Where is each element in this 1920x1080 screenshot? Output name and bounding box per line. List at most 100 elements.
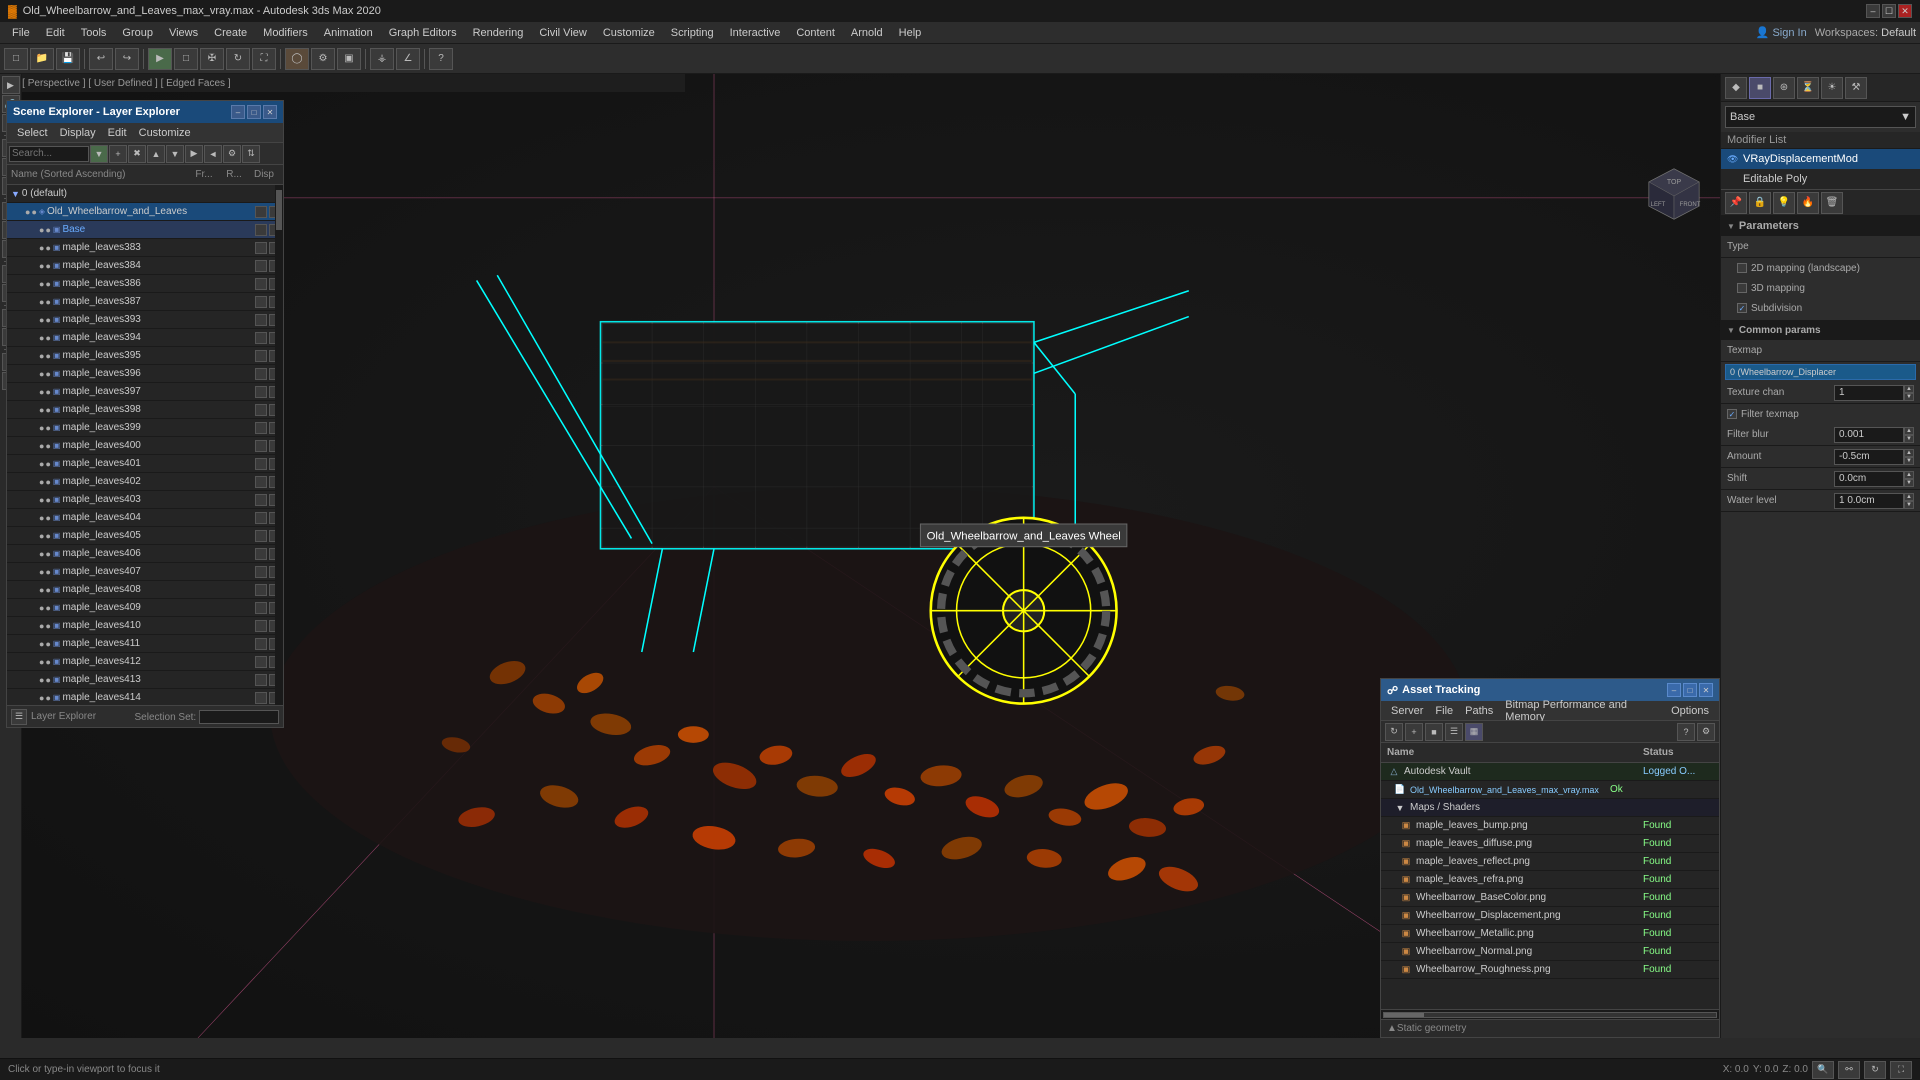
se-minimize-btn[interactable]: –: [231, 105, 245, 119]
se-eye2-ml406[interactable]: ●: [45, 549, 50, 559]
se-eye-ml397[interactable]: ●: [39, 387, 44, 397]
se-box1-ml407[interactable]: [255, 566, 267, 578]
se-item-wheelbarrow[interactable]: ●●◈Old_Wheelbarrow_and_Leaves: [7, 203, 283, 221]
select-object-button[interactable]: ▶: [148, 48, 172, 70]
se-eye-ml404[interactable]: ●: [39, 513, 44, 523]
se-box1-ml386[interactable]: [255, 278, 267, 290]
filter-texmap-checkbox[interactable]: [1727, 409, 1737, 419]
se-eye-ml394[interactable]: ●: [39, 333, 44, 343]
at-expand-btn[interactable]: +: [1405, 723, 1423, 741]
at-row-ml-refra[interactable]: ▣ maple_leaves_refra.png Found: [1381, 871, 1719, 889]
filter-blur-down[interactable]: ▼: [1904, 435, 1914, 443]
se-eye-ml386[interactable]: ●: [39, 279, 44, 289]
help-button[interactable]: ?: [429, 48, 453, 70]
se-eye-ml405[interactable]: ●: [39, 531, 44, 541]
amount-arrows[interactable]: ▲ ▼: [1904, 449, 1914, 465]
se-box1-ml399[interactable]: [255, 422, 267, 434]
se-eye2-ml383[interactable]: ●: [45, 243, 50, 253]
se-box1-ml393[interactable]: [255, 314, 267, 326]
at-refresh-btn[interactable]: ↻: [1385, 723, 1403, 741]
se-eye-ml400[interactable]: ●: [39, 441, 44, 451]
se-box1-ml395[interactable]: [255, 350, 267, 362]
se-options-btn[interactable]: ⚙: [223, 145, 241, 163]
se-eye-ml399[interactable]: ●: [39, 423, 44, 433]
se-eye-ml396[interactable]: ●: [39, 369, 44, 379]
at-menu-file[interactable]: File: [1429, 703, 1459, 719]
se-eye2-ml409[interactable]: ●: [45, 603, 50, 613]
angle-snap-button[interactable]: ∠: [396, 48, 420, 70]
se-eye2-ml407[interactable]: ●: [45, 567, 50, 577]
water-level-up[interactable]: ▲: [1904, 493, 1914, 501]
se-menu-customize[interactable]: Customize: [133, 125, 197, 141]
se-item-ml401[interactable]: ●●▣maple_leaves401: [7, 455, 283, 473]
se-selection-input[interactable]: [199, 710, 279, 724]
menu-create[interactable]: Create: [206, 25, 255, 41]
amount-spinner[interactable]: -0.5cm ▲ ▼: [1834, 449, 1914, 465]
se-item-ml397[interactable]: ●●▣maple_leaves397: [7, 383, 283, 401]
se-item-ml387[interactable]: ●●▣maple_leaves387: [7, 293, 283, 311]
mod-delete-btn[interactable]: 🗑: [1821, 192, 1843, 214]
se-box1-ml408[interactable]: [255, 584, 267, 596]
select-region-button[interactable]: □: [174, 48, 198, 70]
se-eye2-ml386[interactable]: ●: [45, 279, 50, 289]
modifier-item-vray[interactable]: 👁 VRayDisplacementMod: [1721, 149, 1920, 169]
minimize-button[interactable]: –: [1866, 4, 1880, 18]
se-eye2-ml400[interactable]: ●: [45, 441, 50, 451]
se-eye2-ml412[interactable]: ●: [45, 657, 50, 667]
se-eye2-ml401[interactable]: ●: [45, 459, 50, 469]
se-delete-btn[interactable]: ✖: [128, 145, 146, 163]
at-row-vault[interactable]: △ Autodesk Vault Logged O...: [1381, 763, 1719, 781]
se-box1-ml400[interactable]: [255, 440, 267, 452]
water-level-arrows[interactable]: ▲ ▼: [1904, 493, 1914, 509]
se-eye2-ml387[interactable]: ●: [45, 297, 50, 307]
left-select-btn[interactable]: ▶: [2, 76, 20, 94]
se-item-base[interactable]: ●●▣Base: [7, 221, 283, 239]
filter-blur-arrows[interactable]: ▲ ▼: [1904, 427, 1914, 443]
shift-up[interactable]: ▲: [1904, 471, 1914, 479]
se-item-ml396[interactable]: ●●▣maple_leaves396: [7, 365, 283, 383]
amount-down[interactable]: ▼: [1904, 457, 1914, 465]
se-eye2-ml414[interactable]: ●: [45, 693, 50, 703]
menu-graph-editors[interactable]: Graph Editors: [381, 25, 465, 41]
se-box1-ml412[interactable]: [255, 656, 267, 668]
menu-scripting[interactable]: Scripting: [663, 25, 722, 41]
se-item-layer0[interactable]: ▼0 (default): [7, 185, 283, 203]
render-setup-button[interactable]: ⚙: [311, 48, 335, 70]
shift-down[interactable]: ▼: [1904, 479, 1914, 487]
se-eye2-ml405[interactable]: ●: [45, 531, 50, 541]
se-eye2-ml394[interactable]: ●: [45, 333, 50, 343]
at-settings-btn[interactable]: ⚙: [1697, 723, 1715, 741]
snap-button[interactable]: ⚶: [370, 48, 394, 70]
se-box1-ml409[interactable]: [255, 602, 267, 614]
se-eye-ml387[interactable]: ●: [39, 297, 44, 307]
se-eye2-ml410[interactable]: ●: [45, 621, 50, 631]
mod-lock-btn[interactable]: 🔒: [1749, 192, 1771, 214]
se-box1-ml384[interactable]: [255, 260, 267, 272]
se-box1-ml394[interactable]: [255, 332, 267, 344]
maximize-button[interactable]: ☐: [1882, 4, 1896, 18]
se-item-ml413[interactable]: ●●▣maple_leaves413: [7, 671, 283, 689]
se-item-ml384[interactable]: ●●▣maple_leaves384: [7, 257, 283, 275]
se-eye2-ml384[interactable]: ●: [45, 261, 50, 271]
menu-modifiers[interactable]: Modifiers: [255, 25, 316, 41]
se-eye2-ml393[interactable]: ●: [45, 315, 50, 325]
viewport-cube[interactable]: TOP LEFT FRONT: [1644, 164, 1704, 224]
layer-expand-icon[interactable]: ▼: [11, 189, 20, 199]
material-editor-button[interactable]: ▣: [337, 48, 361, 70]
se-eye2-ml396[interactable]: ●: [45, 369, 50, 379]
se-eye-ml402[interactable]: ●: [39, 477, 44, 487]
se-eye-ml403[interactable]: ●: [39, 495, 44, 505]
se-box1-ml410[interactable]: [255, 620, 267, 632]
nav-pan-btn[interactable]: ⚯: [1838, 1061, 1860, 1079]
water-level-down[interactable]: ▼: [1904, 501, 1914, 509]
at-row-ml-bump[interactable]: ▣ maple_leaves_bump.png Found: [1381, 817, 1719, 835]
se-box1-ml406[interactable]: [255, 548, 267, 560]
at-row-wb-basecolor[interactable]: ▣ Wheelbarrow_BaseColor.png Found: [1381, 889, 1719, 907]
se-eye-ml406[interactable]: ●: [39, 549, 44, 559]
se-eye-ml383[interactable]: ●: [39, 243, 44, 253]
at-scrollbar-thumb[interactable]: [1384, 1013, 1424, 1017]
mod-pin-btn[interactable]: 📌: [1725, 192, 1747, 214]
se-menu-select[interactable]: Select: [11, 125, 54, 141]
se-eye-wheelbarrow[interactable]: ●: [25, 207, 30, 217]
se-eye2-ml399[interactable]: ●: [45, 423, 50, 433]
